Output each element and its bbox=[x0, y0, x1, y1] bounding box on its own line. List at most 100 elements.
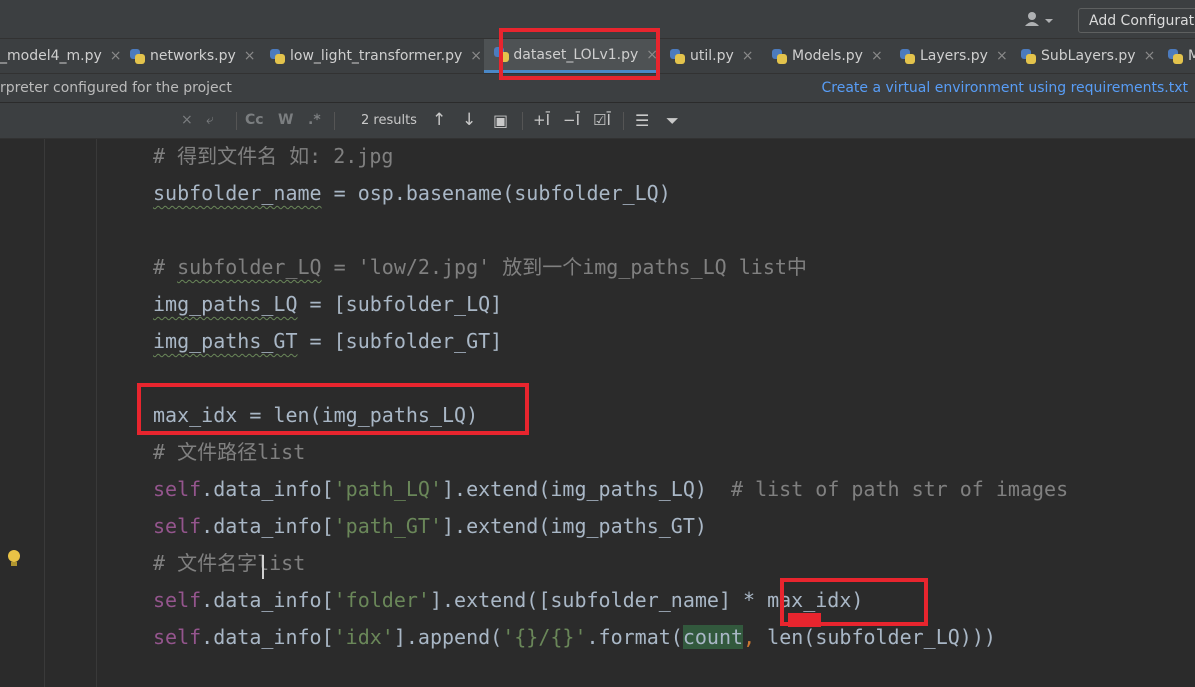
code-line-1: # 得到文件名 如: 2.jpg bbox=[153, 142, 393, 170]
tab-label: low_light_transformer.py bbox=[290, 48, 463, 64]
code-text: .data_info[ bbox=[201, 588, 334, 612]
code-text: .data_info[ bbox=[201, 477, 334, 501]
close-icon[interactable]: × bbox=[996, 48, 1008, 64]
tab-low-light-transformer[interactable]: low_light_transformer.py × bbox=[270, 39, 482, 73]
comment-text: = 'low/2.jpg' 放到一个img_paths_LQ list中 bbox=[321, 255, 807, 279]
code-text: = osp.basename(subfolder_LQ) bbox=[321, 181, 671, 205]
new-line-icon[interactable]: ⤶ bbox=[206, 103, 214, 138]
divider bbox=[623, 112, 624, 130]
string-literal: 'path_GT' bbox=[333, 514, 442, 538]
comment-text: # list of path str of images bbox=[730, 477, 1069, 501]
close-icon[interactable]: × bbox=[470, 48, 482, 64]
code-line-10: # 文件名字list bbox=[153, 549, 305, 577]
text-caret bbox=[262, 555, 264, 579]
python-file-icon bbox=[1168, 48, 1183, 64]
code-line-8: self.data_info['path_LQ'].extend(img_pat… bbox=[153, 475, 1068, 503]
add-configuration-button[interactable]: Add Configuration... bbox=[1078, 8, 1195, 33]
tab-sublayers[interactable]: SubLayers.py × bbox=[1021, 39, 1155, 73]
annotation-box-max-idx bbox=[137, 383, 529, 435]
python-file-icon bbox=[1021, 48, 1036, 64]
search-in-selection-icon[interactable]: ▣ bbox=[493, 103, 508, 138]
tab-models[interactable]: Models.py × bbox=[772, 39, 883, 73]
tab-util[interactable]: util.py × bbox=[670, 39, 754, 73]
tab-overflow[interactable]: M bbox=[1168, 39, 1195, 73]
tab-label: M bbox=[1188, 48, 1195, 64]
self-keyword: self bbox=[153, 625, 202, 649]
divider bbox=[522, 112, 523, 130]
search-results-count: 2 results bbox=[361, 113, 417, 128]
code-text: ].extend(img_paths_GT) bbox=[442, 514, 707, 538]
string-literal: 'idx' bbox=[333, 625, 394, 649]
code-line-2: subfolder_name = osp.basename(subfolder_… bbox=[153, 179, 671, 207]
find-bar: × ⤶ Cc W .* 2 results ↑ ↓ ▣ +Ī −Ī ☑Ī ☰ ⏷ bbox=[0, 103, 1195, 139]
annotation-mark bbox=[788, 613, 821, 627]
code-text: = [subfolder_GT] bbox=[297, 329, 503, 353]
select-all-occurrences-icon[interactable]: ☑Ī bbox=[593, 103, 611, 138]
comma-token: , bbox=[743, 625, 756, 649]
string-literal: 'path_LQ' bbox=[333, 477, 442, 501]
code-text: ].extend(img_paths_LQ) bbox=[442, 477, 731, 501]
code-line-7: # 文件路径list bbox=[153, 438, 305, 466]
close-icon[interactable]: × bbox=[110, 48, 122, 64]
python-file-icon bbox=[900, 48, 915, 64]
tab-label: SubLayers.py bbox=[1041, 48, 1136, 64]
code-line-3: # subfolder_LQ = 'low/2.jpg' 放到一个img_pat… bbox=[153, 253, 807, 281]
divider bbox=[236, 112, 237, 130]
python-file-icon bbox=[772, 48, 787, 64]
clear-search-icon[interactable]: × bbox=[181, 103, 193, 138]
comment-identifier: subfolder_LQ bbox=[177, 255, 322, 279]
remove-occurrence-icon[interactable]: −Ī bbox=[563, 103, 580, 138]
next-occurrence-icon[interactable]: ↓ bbox=[462, 103, 476, 138]
close-icon[interactable]: × bbox=[742, 48, 754, 64]
code-text: = [subfolder_LQ] bbox=[297, 292, 503, 316]
comment-text: # bbox=[153, 255, 178, 279]
code-line-11: self.data_info['folder'].extend([subfold… bbox=[153, 586, 863, 614]
lightbulb-icon[interactable] bbox=[7, 549, 21, 569]
code-line-4: img_paths_LQ = [subfolder_LQ] bbox=[153, 290, 502, 318]
identifier: subfolder_name bbox=[153, 181, 322, 205]
string-literal: '{}/{}' bbox=[502, 625, 587, 649]
filter-icon[interactable]: ⏷ bbox=[666, 103, 679, 138]
filter-options-icon[interactable]: ☰ bbox=[635, 103, 649, 138]
code-text: .format( bbox=[586, 625, 683, 649]
tab-model4-m[interactable]: _model4_m.py × bbox=[0, 39, 122, 73]
code-text: .data_info[ bbox=[201, 625, 334, 649]
tab-layers[interactable]: Layers.py × bbox=[900, 39, 1008, 73]
tab-label: Models.py bbox=[792, 48, 863, 64]
python-file-icon bbox=[670, 48, 685, 64]
gutter-divider bbox=[44, 139, 45, 687]
python-file-icon bbox=[130, 48, 145, 64]
match-case-toggle[interactable]: Cc bbox=[245, 103, 264, 138]
self-keyword: self bbox=[153, 588, 202, 612]
comment-text: # 文件名字list bbox=[153, 551, 306, 575]
self-keyword: self bbox=[153, 477, 202, 501]
self-keyword: self bbox=[153, 514, 202, 538]
close-icon[interactable]: × bbox=[871, 48, 883, 64]
python-file-icon bbox=[270, 48, 285, 64]
previous-occurrence-icon[interactable]: ↑ bbox=[432, 103, 446, 138]
code-text: ].append( bbox=[393, 625, 503, 649]
add-occurrence-icon[interactable]: +Ī bbox=[533, 103, 550, 138]
banner-message: rpreter configured for the project bbox=[0, 80, 232, 96]
highlighted-identifier: count bbox=[682, 625, 744, 649]
indent-guide bbox=[96, 139, 97, 687]
create-venv-link[interactable]: Create a virtual environment using requi… bbox=[822, 74, 1188, 102]
annotation-box-active-tab bbox=[499, 28, 660, 80]
regex-toggle[interactable]: .* bbox=[308, 103, 321, 138]
identifier: img_paths_GT bbox=[153, 329, 298, 353]
user-dropdown-icon[interactable] bbox=[1024, 9, 1058, 31]
code-line-9: self.data_info['path_GT'].extend(img_pat… bbox=[153, 512, 707, 540]
close-icon[interactable]: × bbox=[1144, 48, 1156, 64]
code-text: len(subfolder_LQ))) bbox=[755, 625, 996, 649]
divider bbox=[334, 112, 335, 130]
string-literal: 'folder' bbox=[333, 588, 430, 612]
tab-label: networks.py bbox=[150, 48, 236, 64]
code-text: .data_info[ bbox=[201, 514, 334, 538]
tab-networks[interactable]: networks.py × bbox=[130, 39, 256, 73]
close-icon[interactable]: × bbox=[244, 48, 256, 64]
whole-words-toggle[interactable]: W bbox=[278, 103, 293, 138]
tab-label: _model4_m.py bbox=[0, 48, 102, 64]
code-line-12: self.data_info['idx'].append('{}/{}'.for… bbox=[153, 623, 996, 651]
tab-label: Layers.py bbox=[920, 48, 988, 64]
tab-label: util.py bbox=[690, 48, 734, 64]
